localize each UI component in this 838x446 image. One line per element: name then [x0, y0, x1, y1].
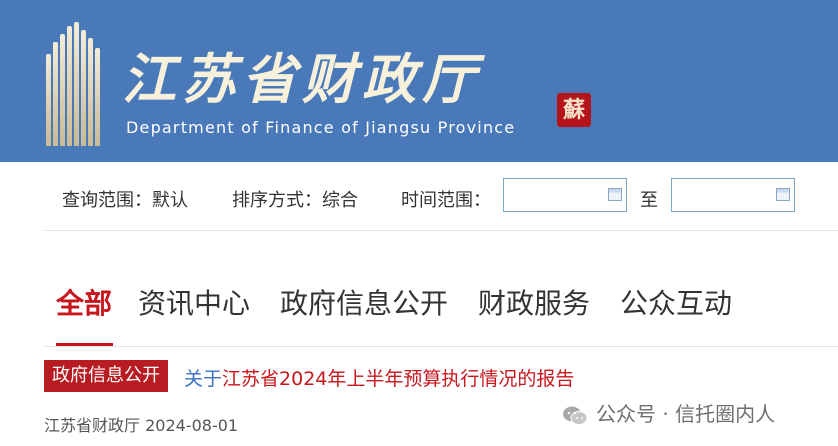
- tab-gov-info[interactable]: 政府信息公开: [280, 282, 448, 322]
- wechat-icon: [563, 406, 588, 425]
- tab-public-interaction[interactable]: 公众互动: [620, 282, 732, 322]
- site-header: 江苏省财政厅 Department of Finance of Jiangsu …: [0, 0, 838, 162]
- seal-stamp: 蘇: [557, 93, 591, 127]
- divider: [44, 230, 838, 231]
- calendar-icon[interactable]: [608, 188, 622, 201]
- to-label: 至: [640, 190, 658, 211]
- time-range-label: 时间范围：: [401, 190, 491, 211]
- tab-news-center[interactable]: 资讯中心: [138, 282, 250, 322]
- result-source-date: 江苏省财政厅 2024-08-01: [44, 416, 239, 435]
- result-title-prefix: 关于: [184, 368, 223, 390]
- site-title-en: Department of Finance of Jiangsu Provinc…: [126, 118, 516, 137]
- calendar-icon[interactable]: [776, 188, 790, 201]
- site-title-cn: 江苏省财政厅: [122, 47, 482, 111]
- watermark: 公众号 · 信托圈内人: [562, 398, 775, 427]
- result-title-text: 江苏省2024年上半年预算执行情况的报告: [222, 368, 575, 390]
- watermark-text: 公众号 · 信托圈内人: [596, 402, 776, 426]
- start-date-input[interactable]: [503, 178, 627, 212]
- tab-finance-services[interactable]: 财政服务: [478, 282, 590, 322]
- category-badge: 政府信息公开: [44, 360, 168, 392]
- end-date-input[interactable]: [671, 178, 795, 212]
- scope-filter[interactable]: 查询范围：默认: [62, 186, 188, 212]
- sort-filter[interactable]: 排序方式：综合: [232, 186, 358, 212]
- result-title-link[interactable]: 关于江苏省2024年上半年预算执行情况的报告: [184, 364, 574, 391]
- divider: [44, 346, 838, 347]
- tab-all[interactable]: 全部: [56, 282, 112, 322]
- logo-pillars-icon: [44, 22, 104, 146]
